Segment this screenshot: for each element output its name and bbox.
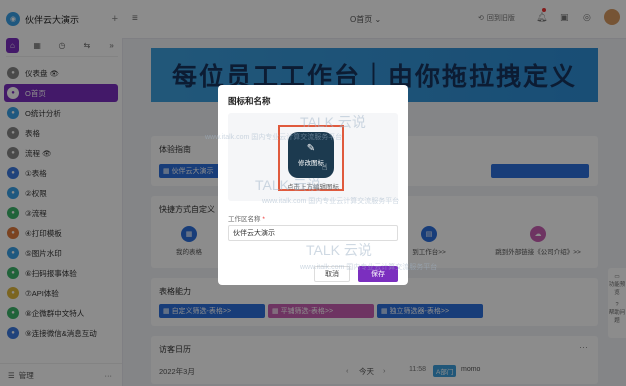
watermark: TALK 云说 — [306, 242, 372, 258]
cursor-hand-icon: ☝ — [322, 162, 328, 172]
watermark-url: www.italk.com 国内专业云计算交流服务平台 — [262, 198, 400, 205]
watermark: TALK 云说 — [255, 177, 321, 193]
watermark-url: www.italk.com 国内专业云计算交流服务平台 — [205, 134, 343, 141]
edit-icon-label: 修改图标 — [298, 160, 324, 167]
workspace-name-label: 工作区名称 * — [228, 213, 265, 223]
field-label-text: 工作区名称 — [228, 216, 261, 223]
dialog-title: 图标和名称 — [228, 96, 271, 106]
pencil-icon: ✎ — [306, 143, 316, 154]
watermark-url: www.italk.com 国内专业云计算交流服务平台 — [300, 264, 438, 271]
workspace-name-input[interactable] — [228, 225, 398, 241]
watermark: TALK 云说 — [300, 114, 366, 130]
required-mark: * — [262, 216, 265, 223]
